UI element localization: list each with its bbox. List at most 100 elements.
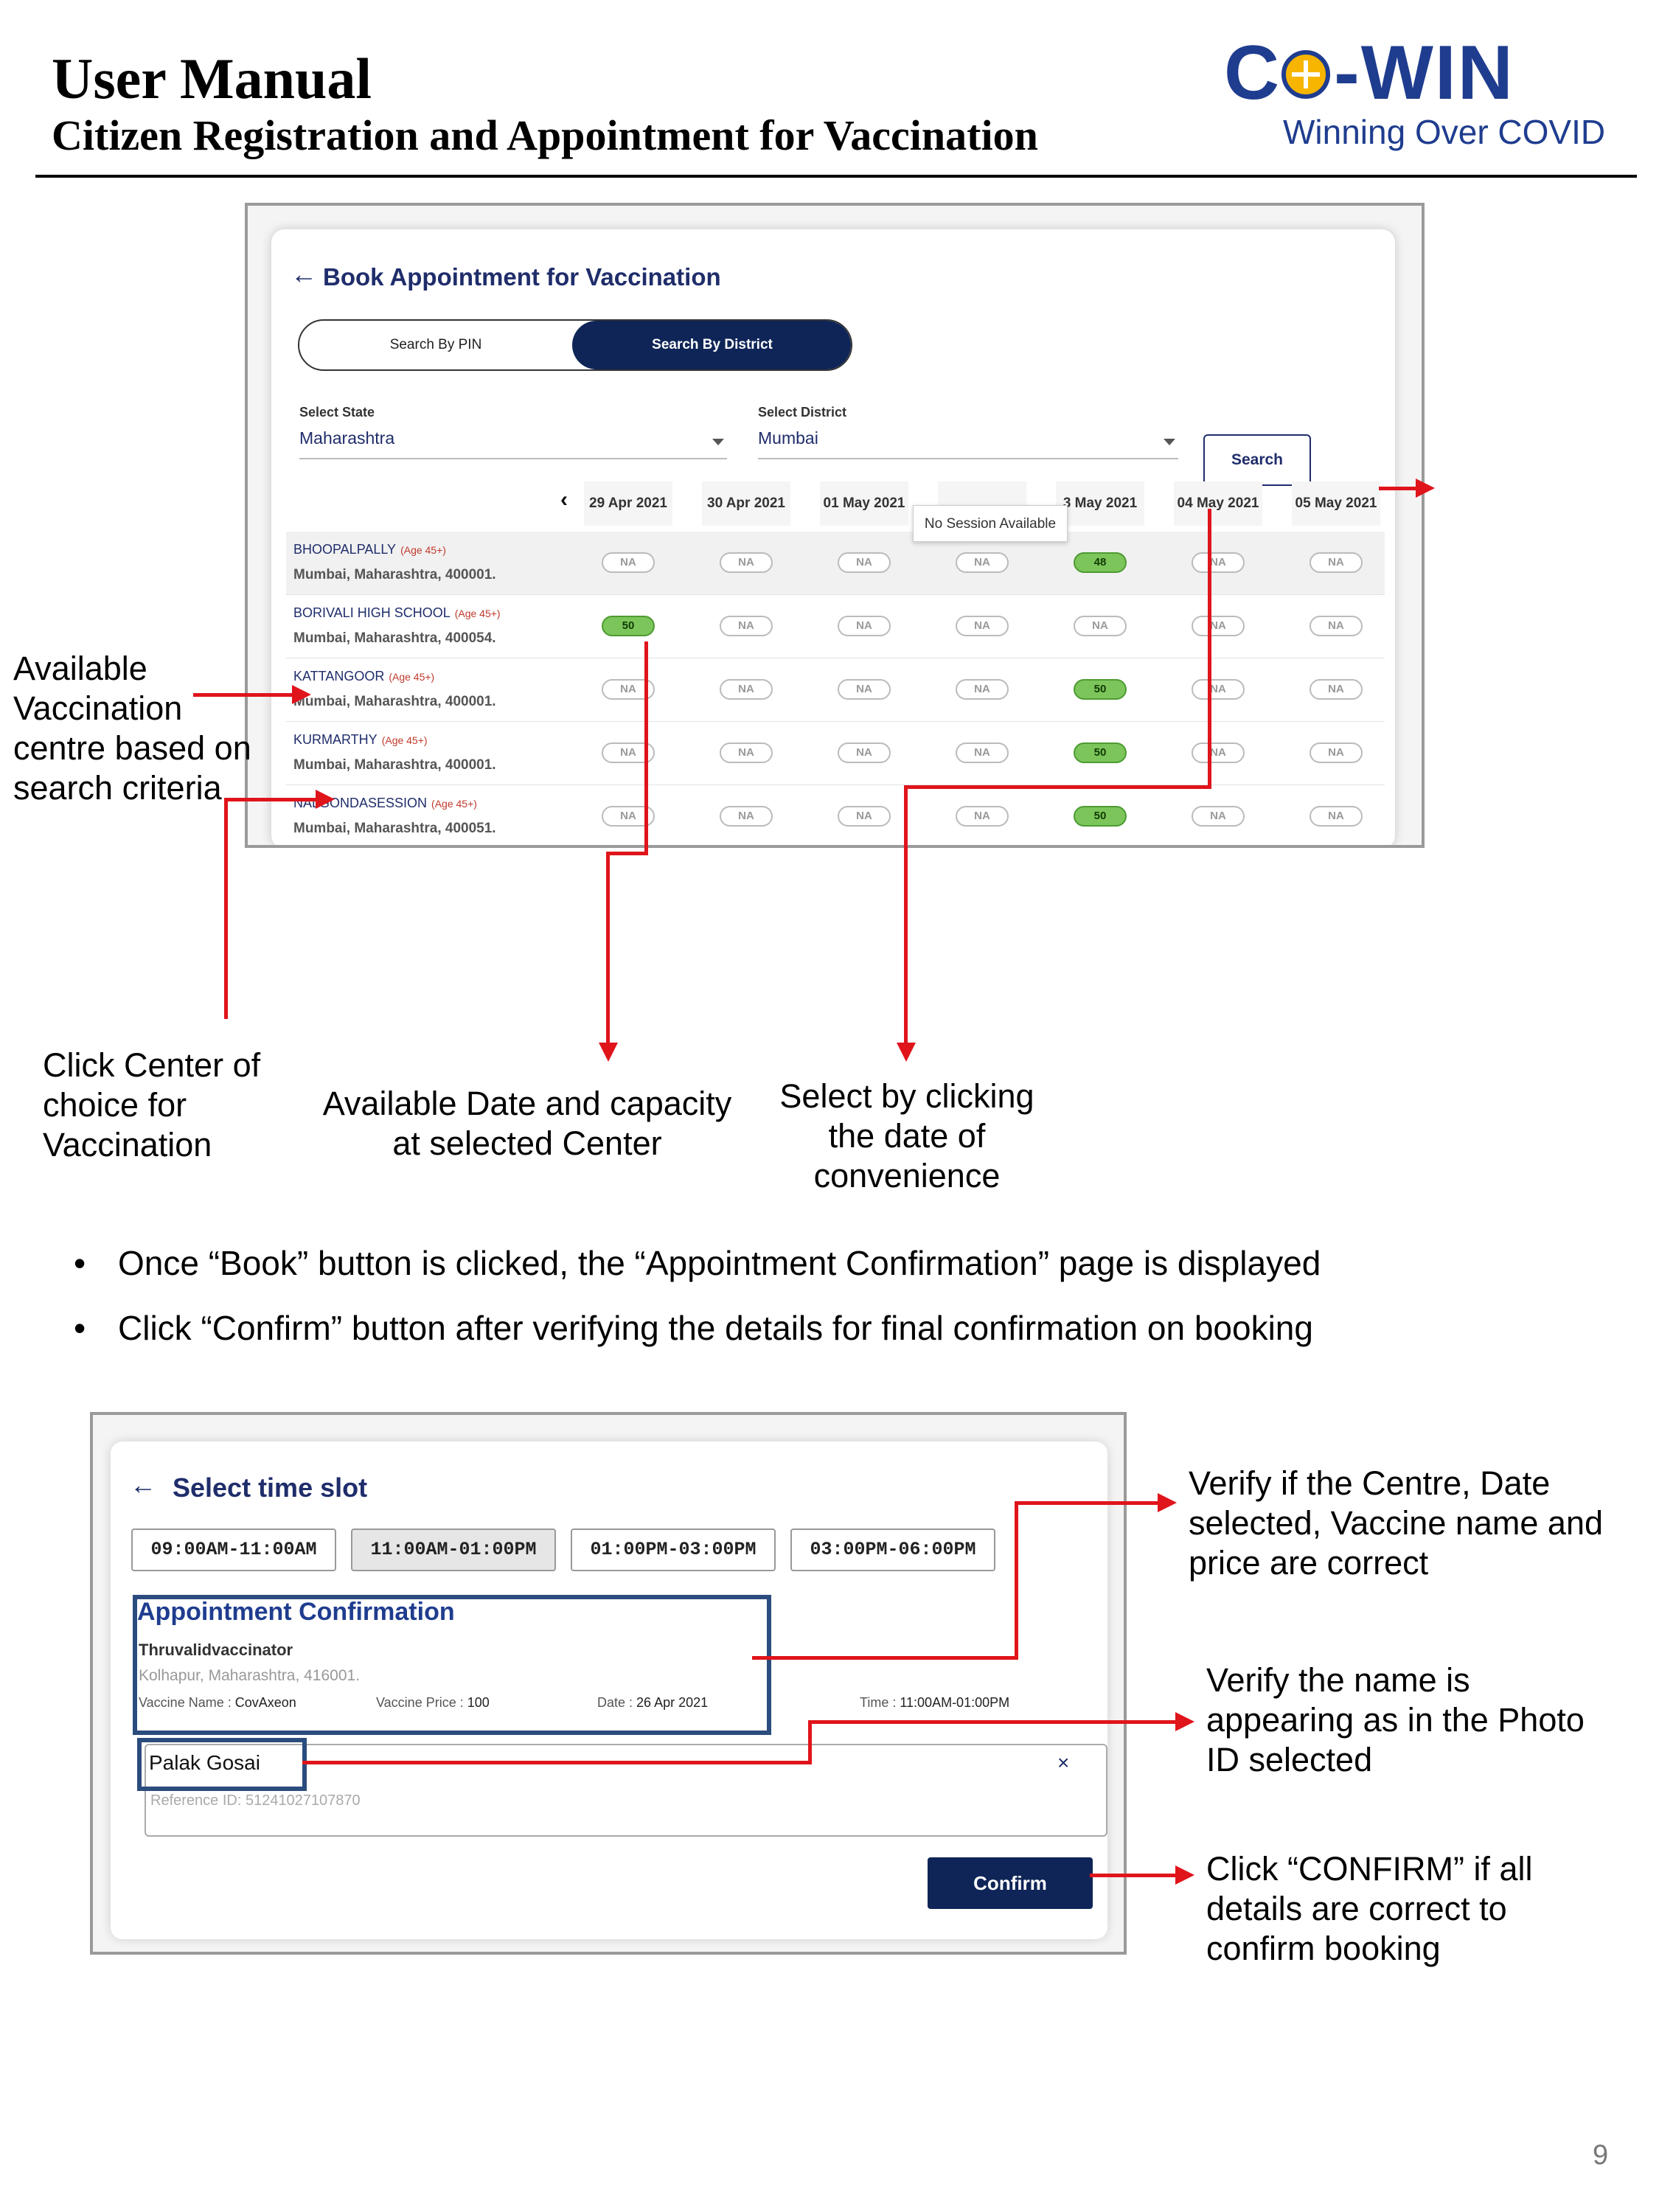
- slot-pill[interactable]: NA: [1310, 616, 1363, 636]
- slot-pill-available[interactable]: 48: [1074, 552, 1127, 573]
- arrow-line: [808, 1720, 812, 1764]
- vaccine-name-field: Vaccine Name : CovAxeon: [139, 1695, 296, 1710]
- book-appointment-screenshot: ← Book Appointment for Vaccination Searc…: [245, 203, 1425, 848]
- confirm-button[interactable]: Confirm: [928, 1857, 1093, 1909]
- logo-tagline: Winning Over COVID: [1283, 113, 1606, 151]
- district-underline: [758, 458, 1178, 459]
- page-number: 9: [1593, 2140, 1609, 2171]
- arrow-line: [606, 852, 648, 855]
- slot-pill[interactable]: NA: [956, 616, 1009, 636]
- arrow-right-icon: [1175, 1865, 1194, 1885]
- slot-pill[interactable]: NA: [838, 806, 891, 827]
- slot-pill[interactable]: NA: [1192, 679, 1245, 700]
- slot-pill[interactable]: NA: [956, 806, 1009, 827]
- state-underline: [299, 458, 727, 459]
- arrow-line: [1090, 1874, 1180, 1877]
- slot-pill[interactable]: NA: [720, 679, 773, 700]
- back-arrow-icon[interactable]: ←: [130, 1470, 156, 1500]
- slot-pill[interactable]: NA: [1310, 552, 1363, 573]
- bullet-item: • Click “Confirm” button after verifying …: [74, 1309, 1313, 1347]
- slot-pill[interactable]: NA: [838, 552, 891, 573]
- time-slot-option[interactable]: 01:00PM-03:00PM: [571, 1528, 776, 1571]
- centre-name[interactable]: KATTANGOOR (Age 45+): [293, 669, 434, 684]
- slot-pill[interactable]: NA: [956, 552, 1009, 573]
- book-appointment-title: Book Appointment for Vaccination: [323, 263, 721, 291]
- district-select[interactable]: Mumbai: [758, 428, 818, 448]
- tab-search-by-district[interactable]: Search By District: [572, 321, 851, 369]
- annotation-verify-centre: Verify if the Centre, Date selected, Vac…: [1189, 1464, 1604, 1582]
- slot-pill[interactable]: NA: [1192, 806, 1245, 827]
- slot-pill[interactable]: NA: [720, 742, 773, 763]
- centre-name[interactable]: BHOOPALPALLY (Age 45+): [293, 542, 446, 557]
- chevron-down-icon[interactable]: [1164, 439, 1175, 445]
- arrow-line: [904, 785, 908, 1045]
- centre-address: Mumbai, Maharashtra, 400001.: [293, 694, 496, 709]
- slot-pill[interactable]: NA: [1192, 616, 1245, 636]
- time-field: Time : 11:00AM-01:00PM: [860, 1695, 1010, 1710]
- centre-name[interactable]: BORIVALI HIGH SCHOOL (Age 45+): [293, 605, 501, 621]
- vaccine-price-field: Vaccine Price : 100: [376, 1695, 490, 1710]
- centre-name[interactable]: KURMARTHY (Age 45+): [293, 732, 428, 748]
- back-arrow-icon[interactable]: ←: [291, 259, 317, 290]
- arrow-line: [1015, 1501, 1018, 1660]
- reference-id: Reference ID: 51241027107870: [150, 1792, 361, 1809]
- date-column-header: 29 Apr 2021: [584, 481, 672, 526]
- arrow-line: [224, 798, 228, 1019]
- arrow-line: [904, 785, 1211, 789]
- slot-pill[interactable]: NA: [720, 616, 773, 636]
- header-divider: [35, 175, 1637, 178]
- slot-pill[interactable]: NA: [602, 552, 655, 573]
- time-slot-option[interactable]: 03:00PM-06:00PM: [790, 1528, 995, 1571]
- appointment-confirmation-title: Appointment Confirmation: [137, 1598, 455, 1626]
- slot-pill[interactable]: NA: [838, 742, 891, 763]
- arrow-line: [1015, 1501, 1162, 1505]
- chevron-down-icon[interactable]: [712, 439, 724, 445]
- slot-pill[interactable]: NA: [1192, 742, 1245, 763]
- page-subtitle: Citizen Registration and Appointment for…: [52, 111, 1038, 159]
- date-column-header: 05 May 2021: [1292, 481, 1380, 526]
- tab-search-by-pin[interactable]: Search By PIN: [299, 321, 572, 369]
- slot-pill-available[interactable]: 50: [1074, 742, 1127, 763]
- annotation-available-centre: Available Vaccination centre based on se…: [13, 650, 251, 807]
- cowin-logo: C -WIN Winning Over COVID: [1224, 29, 1607, 159]
- slot-pill[interactable]: NA: [1192, 552, 1245, 573]
- no-session-tooltip: No Session Available: [913, 505, 1068, 542]
- slot-pill[interactable]: NA: [720, 806, 773, 827]
- slot-pill[interactable]: NA: [1074, 616, 1127, 636]
- arrow-line: [1379, 487, 1420, 490]
- slot-pill-available[interactable]: 50: [602, 616, 655, 636]
- slot-pill-available[interactable]: 50: [1074, 806, 1127, 827]
- state-select[interactable]: Maharashtra: [299, 428, 394, 448]
- slot-pill[interactable]: NA: [956, 679, 1009, 700]
- annotation-click-confirm: Click “CONFIRM” if all details are corre…: [1206, 1850, 1533, 1967]
- annotation-select-date: Select by clicking the date of convenien…: [779, 1077, 1034, 1194]
- centre-address: Mumbai, Maharashtra, 400051.: [293, 821, 496, 836]
- centre-address: Mumbai, Maharashtra, 400001.: [293, 567, 496, 582]
- time-slot-option-selected[interactable]: 11:00AM-01:00PM: [351, 1528, 556, 1571]
- arrow-line: [1208, 509, 1211, 789]
- arrow-down-icon: [897, 1043, 916, 1062]
- search-button[interactable]: Search: [1203, 434, 1311, 486]
- confirmed-centre-name: Thruvalidvaccinator: [139, 1641, 293, 1659]
- chevron-left-icon[interactable]: ‹: [560, 487, 568, 512]
- date-column-header: 30 Apr 2021: [702, 481, 790, 526]
- arrow-line: [606, 852, 610, 1045]
- arrow-line: [644, 641, 648, 855]
- close-icon[interactable]: ×: [1057, 1751, 1069, 1775]
- state-label: Select State: [299, 405, 375, 420]
- slot-pill[interactable]: NA: [956, 742, 1009, 763]
- confirmed-centre-address: Kolhapur, Maharashtra, 416001.: [139, 1667, 361, 1684]
- slot-pill[interactable]: NA: [1310, 679, 1363, 700]
- slot-pill[interactable]: NA: [720, 552, 773, 573]
- slot-pill-available[interactable]: 50: [1074, 679, 1127, 700]
- slot-pill[interactable]: NA: [838, 616, 891, 636]
- logo-wordmark: C -WIN: [1224, 30, 1514, 116]
- slot-pill[interactable]: NA: [1310, 806, 1363, 827]
- time-slot-option[interactable]: 09:00AM-11:00AM: [131, 1528, 336, 1571]
- centre-address: Mumbai, Maharashtra, 400001.: [293, 757, 496, 773]
- slot-pill[interactable]: NA: [838, 679, 891, 700]
- book-appointment-card: ← Book Appointment for Vaccination Searc…: [271, 229, 1395, 845]
- arrow-right-icon: [316, 790, 335, 809]
- district-label: Select District: [758, 405, 847, 420]
- slot-pill[interactable]: NA: [1310, 742, 1363, 763]
